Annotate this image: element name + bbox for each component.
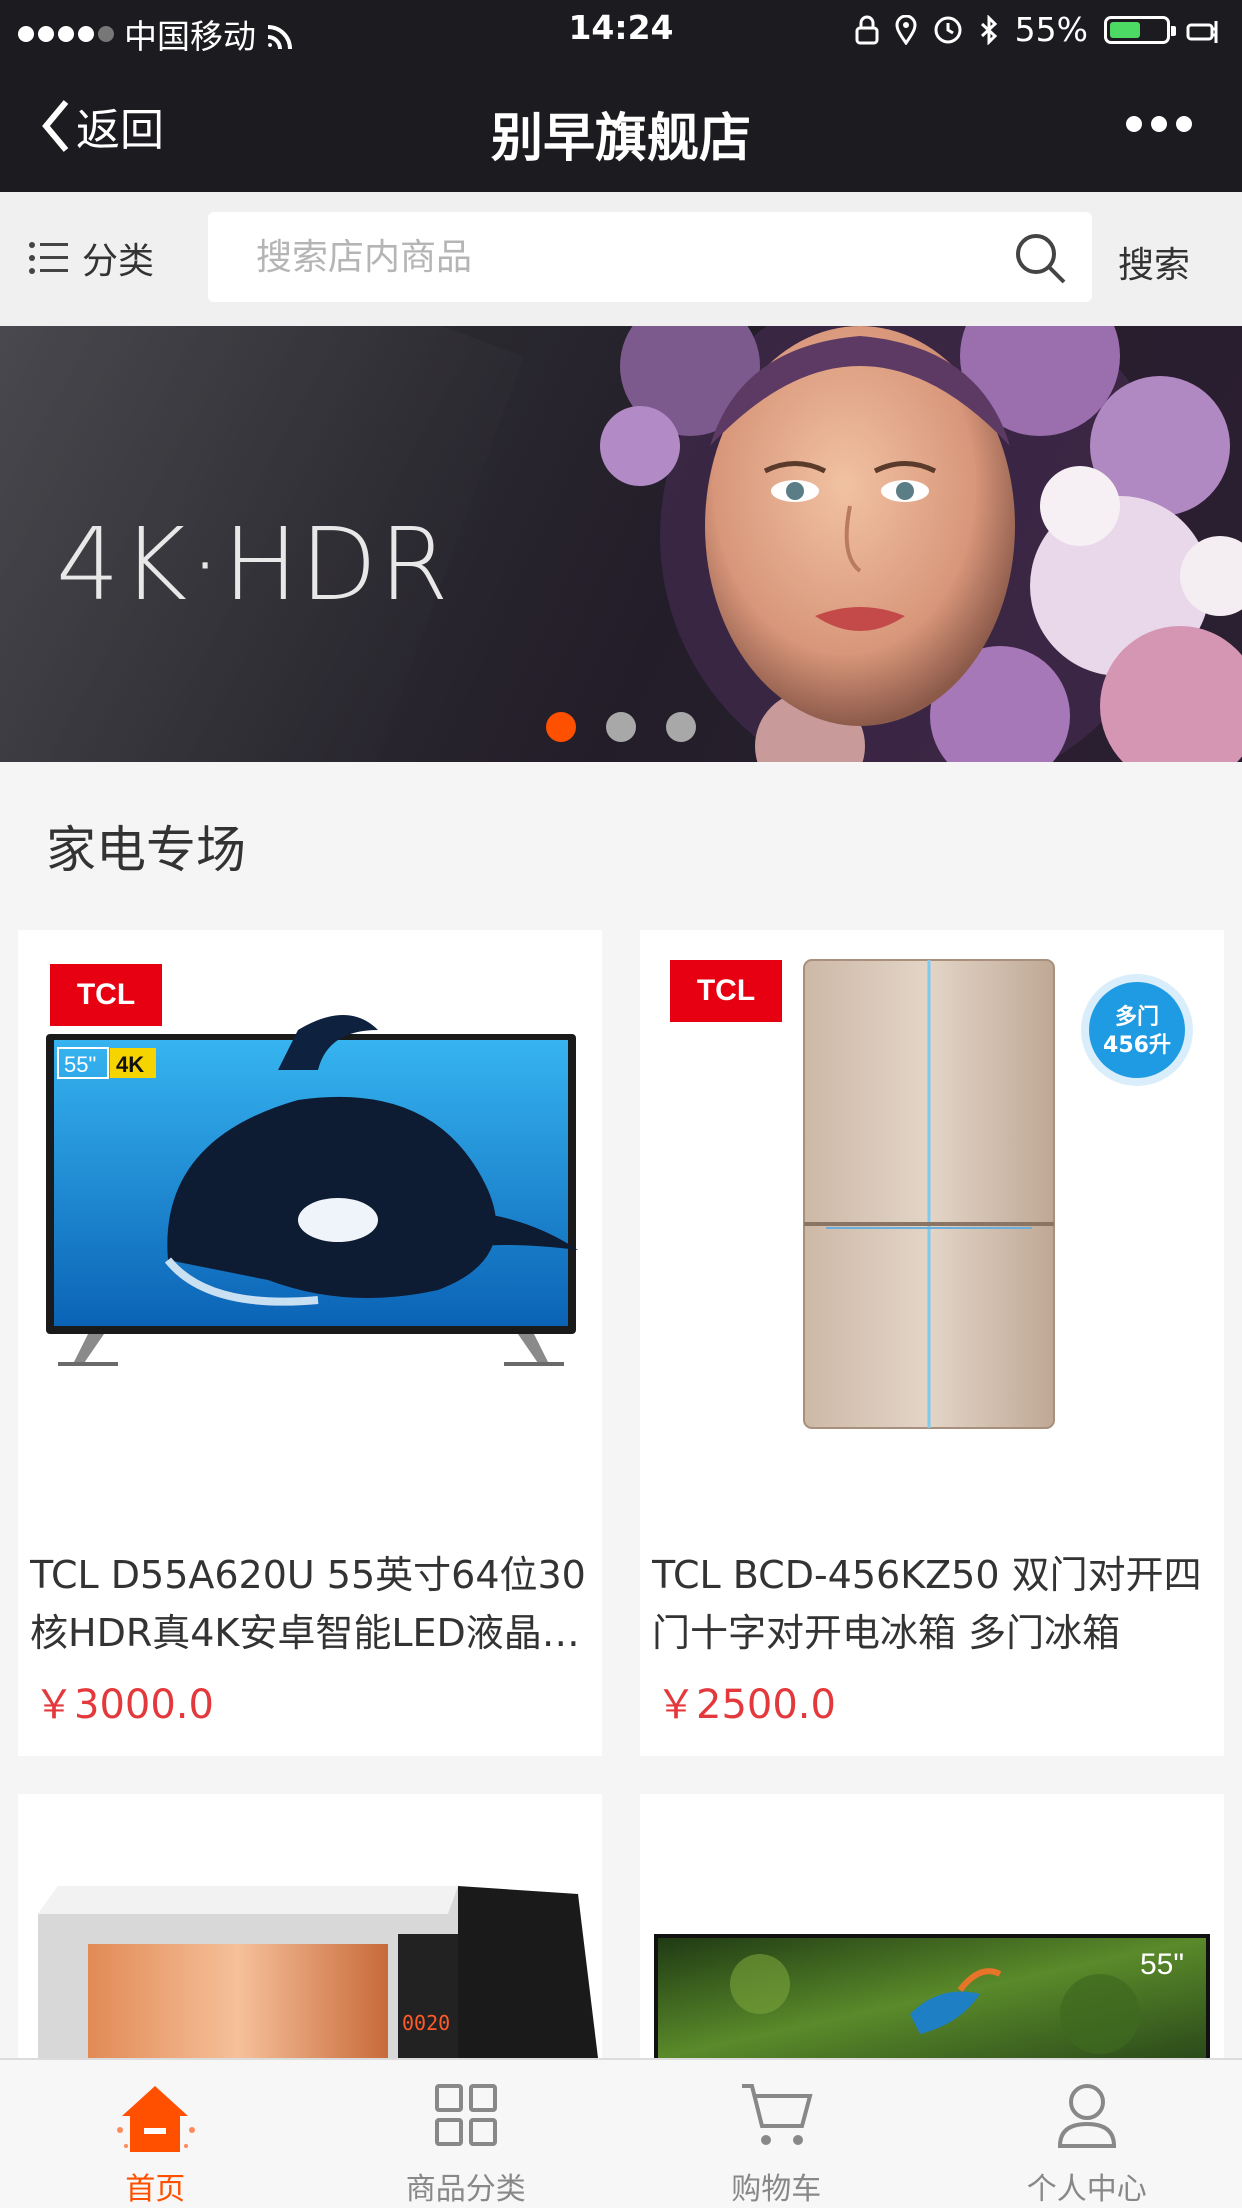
cart-icon (742, 2084, 813, 2145)
product-price: ￥3000.0 (34, 1682, 214, 1728)
lock-icon (855, 15, 879, 44)
product-card[interactable]: TCL 55" 4K TCL D55A620U 55英寸64位30核HDR真4K… (18, 930, 602, 1756)
pager-dot[interactable] (666, 712, 696, 742)
section-title: 家电专场 (46, 821, 246, 879)
product-image-tv: 55" 4K (46, 1015, 578, 1366)
top-bar: 中国移动 14:24 55% 返回 别早旗舰店 (0, 0, 1242, 192)
screen-size-label: 55" (1140, 1948, 1184, 1981)
oven-display: 0020 (402, 2011, 450, 2035)
capacity-badge-line2: 456升 (1103, 1033, 1171, 1058)
grid-icon (434, 2084, 497, 2146)
status-bar: 中国移动 14:24 55% (0, 0, 1242, 64)
search-box (208, 212, 1092, 302)
more-dot-icon (1151, 116, 1167, 132)
screen-size-label: 55" (64, 1052, 96, 1077)
navigation-bar: 返回 别早旗舰店 (0, 64, 1242, 192)
tab-categories[interactable]: 商品分类 (311, 2060, 622, 2208)
search-bar-row: 分类 搜索 (0, 192, 1242, 326)
promo-banner[interactable]: 4K·HDR (0, 326, 1242, 762)
more-dot-icon (1126, 116, 1142, 132)
user-icon (1057, 2084, 1116, 2148)
category-label: 分类 (82, 241, 155, 282)
pager-dot[interactable] (606, 712, 636, 742)
location-icon (895, 14, 917, 45)
battery-percent: 55% (1014, 10, 1088, 49)
banner-headline: 4K·HDR (56, 506, 451, 623)
more-dot-icon (1176, 116, 1192, 132)
tab-label: 商品分类 (405, 2172, 526, 2207)
product-price: ￥2500.0 (656, 1682, 836, 1728)
more-menu-button[interactable] (1126, 116, 1192, 132)
alarm-icon (934, 16, 962, 43)
search-icon[interactable] (1012, 230, 1068, 286)
status-icons: 55% (855, 10, 1222, 49)
product-name[interactable]: TCL BCD-456KZ50 双门对开四门十字对开电冰箱 多门冰箱 (652, 1546, 1214, 1662)
bluetooth-icon (980, 14, 997, 45)
banner-pager (546, 712, 696, 742)
product-name[interactable]: TCL D55A620U 55英寸64位30核HDR真4K安卓智能LED液晶电视 (30, 1546, 592, 1662)
search-button[interactable]: 搜索 (1118, 236, 1190, 288)
pager-dot-active[interactable] (546, 712, 576, 742)
page-title: 别早旗舰店 (490, 109, 751, 169)
charging-icon (1186, 20, 1218, 43)
search-input[interactable] (256, 230, 996, 284)
tab-label: 购物车 (731, 2172, 822, 2207)
product-card[interactable]: 0020 (18, 1794, 602, 2058)
product-image-fridge: 多门 456升 (803, 959, 1193, 1429)
battery-icon (1104, 15, 1176, 44)
tab-home[interactable]: 首页 (0, 2060, 311, 2208)
capacity-badge-line1: 多门 (1115, 1004, 1159, 1030)
tab-cart[interactable]: 购物车 (621, 2060, 932, 2208)
tab-profile[interactable]: 个人中心 (932, 2060, 1242, 2208)
list-icon (29, 242, 68, 274)
resolution-badge: 4K (116, 1052, 144, 1077)
product-image-oven: 0020 (38, 1886, 598, 2058)
home-icon (117, 2086, 196, 2152)
banner-model-image (600, 326, 1242, 762)
product-card[interactable]: TCL 多门 456升 TCL BCD-456KZ50 双门对开四门十字对开电冰… (640, 930, 1224, 1756)
bottom-tab-bar: 首页 商品分类 购物车 个人中心 (0, 2058, 1242, 2208)
tab-label: 个人中心 (1026, 2172, 1147, 2207)
product-image-tv-kingfisher: 55" (654, 1934, 1210, 2058)
product-card[interactable]: 55" (640, 1794, 1224, 2058)
category-button[interactable]: 分类 (28, 232, 154, 284)
tab-label: 首页 (125, 2172, 186, 2207)
